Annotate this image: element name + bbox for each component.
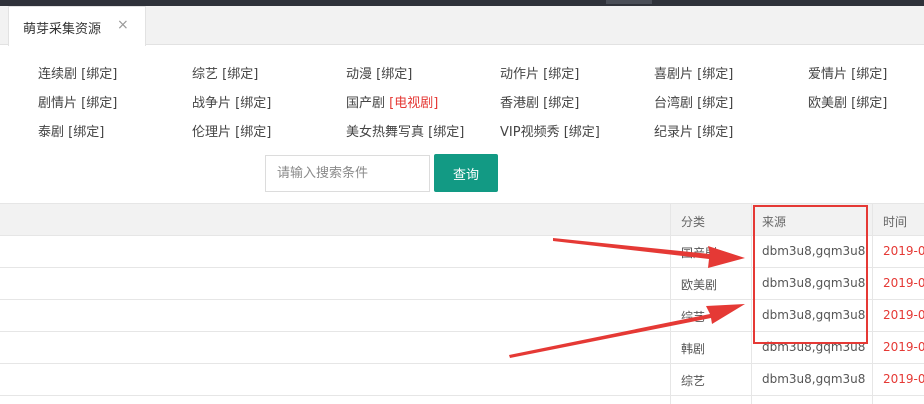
tab-mengya-resources[interactable]: 萌芽采集资源 × — [8, 6, 146, 46]
category-bind-link[interactable]: [绑定] — [697, 125, 733, 140]
row-source: dbm3u8,gqm3u8 — [762, 372, 866, 386]
category-name: 泰剧 — [38, 125, 65, 140]
category-name: 战争片 — [192, 96, 232, 111]
source-column-highlight — [753, 205, 868, 344]
category-item[interactable]: 纪录片 [绑定] — [654, 121, 733, 140]
category-item[interactable]: 爱情片 [绑定] — [808, 63, 887, 82]
category-name: VIP视频秀 — [500, 125, 560, 140]
table-row[interactable]: 综艺 dbm3u8,gqm3u8 2019-0 — [0, 364, 924, 396]
category-item[interactable]: 国产剧 [电视剧] — [346, 92, 438, 111]
category-item[interactable]: 连续剧 [绑定] — [38, 63, 117, 82]
category-item[interactable]: 香港剧 [绑定] — [500, 92, 579, 111]
category-name: 爱情片 — [808, 67, 848, 82]
category-item[interactable]: 战争片 [绑定] — [192, 92, 271, 111]
close-icon[interactable]: × — [117, 17, 129, 33]
category-name: 连续剧 — [38, 67, 78, 82]
category-item[interactable]: VIP视频秀 [绑定] — [500, 121, 600, 140]
header-time: 时间 — [883, 215, 908, 229]
category-item[interactable]: 剧情片 [绑定] — [38, 92, 117, 111]
category-bind-link[interactable]: [绑定] — [564, 125, 600, 140]
row-time: 2019-0 — [883, 276, 924, 290]
search-button[interactable]: 查询 — [434, 154, 498, 192]
category-item[interactable]: 泰剧 [绑定] — [38, 121, 104, 140]
category-item[interactable]: 台湾剧 [绑定] — [654, 92, 733, 111]
category-bind-link[interactable]: [绑定] — [543, 67, 579, 82]
row-category: 综艺 — [681, 374, 706, 388]
category-name: 纪录片 — [654, 125, 694, 140]
category-name: 综艺 — [192, 67, 219, 82]
category-bind-link[interactable]: [绑定] — [851, 96, 887, 111]
category-name: 香港剧 — [500, 96, 540, 111]
category-item[interactable]: 伦理片 [绑定] — [192, 121, 271, 140]
row-time: 2019-0 — [883, 308, 924, 322]
category-bind-link[interactable]: [绑定] — [697, 67, 733, 82]
column-divider — [670, 203, 671, 404]
category-bind-link[interactable]: [电视剧] — [389, 96, 438, 111]
category-item[interactable]: 动作片 [绑定] — [500, 63, 579, 82]
category-bind-link[interactable]: [绑定] — [81, 67, 117, 82]
category-item[interactable]: 综艺 [绑定] — [192, 63, 258, 82]
category-bind-link[interactable]: [绑定] — [235, 96, 271, 111]
row-category: 综艺 — [681, 310, 706, 324]
category-name: 美女热舞写真 — [346, 125, 425, 140]
category-item[interactable]: 欧美剧 [绑定] — [808, 92, 887, 111]
row-category: 欧美剧 — [681, 278, 718, 292]
category-name: 剧情片 — [38, 96, 78, 111]
category-name: 台湾剧 — [654, 96, 694, 111]
search-input[interactable] — [265, 155, 430, 192]
category-name: 伦理片 — [192, 125, 232, 140]
category-name: 动作片 — [500, 67, 540, 82]
row-category: 国产剧 — [681, 246, 718, 260]
category-name: 喜剧片 — [654, 67, 694, 82]
category-item[interactable]: 美女热舞写真 [绑定] — [346, 121, 464, 140]
category-item[interactable]: 动漫 [绑定] — [346, 63, 412, 82]
row-category: 韩剧 — [681, 342, 706, 356]
top-bar-handle — [606, 0, 652, 4]
category-bind-link[interactable]: [绑定] — [235, 125, 271, 140]
category-bind-link[interactable]: [绑定] — [68, 125, 104, 140]
category-bind-link[interactable]: [绑定] — [428, 125, 464, 140]
category-bind-link[interactable]: [绑定] — [697, 96, 733, 111]
category-name: 欧美剧 — [808, 96, 848, 111]
category-bind-link[interactable]: [绑定] — [222, 67, 258, 82]
column-divider — [872, 203, 873, 404]
category-bind-link[interactable]: [绑定] — [81, 96, 117, 111]
row-time: 2019-0 — [883, 244, 924, 258]
category-name: 国产剧 — [346, 96, 386, 111]
tab-title: 萌芽采集资源 — [23, 22, 102, 37]
column-divider — [751, 203, 752, 404]
row-time: 2019-0 — [883, 340, 924, 354]
category-name: 动漫 — [346, 67, 373, 82]
header-category: 分类 — [681, 215, 706, 229]
category-bind-link[interactable]: [绑定] — [543, 96, 579, 111]
category-bind-link[interactable]: [绑定] — [376, 67, 412, 82]
row-time: 2019-0 — [883, 372, 924, 386]
category-item[interactable]: 喜剧片 [绑定] — [654, 63, 733, 82]
category-bind-link[interactable]: [绑定] — [851, 67, 887, 82]
